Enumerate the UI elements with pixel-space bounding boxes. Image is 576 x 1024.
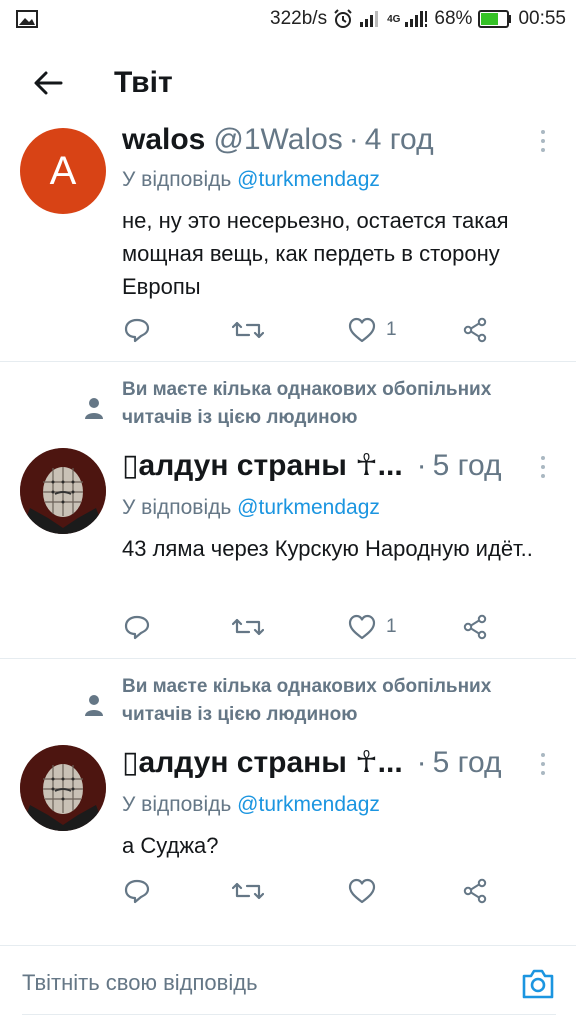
reply-icon bbox=[124, 615, 150, 640]
more-options-icon[interactable] bbox=[538, 456, 548, 478]
tweet-text: а Суджа? bbox=[122, 833, 219, 858]
share-button[interactable] bbox=[462, 871, 488, 911]
display-name[interactable]: ▯алдун страны ☥... bbox=[122, 448, 403, 483]
social-context bbox=[84, 392, 104, 420]
share-button[interactable] bbox=[462, 310, 488, 350]
like-button[interactable] bbox=[348, 871, 386, 911]
signal-icon bbox=[405, 11, 428, 27]
avatar[interactable] bbox=[20, 745, 106, 831]
tweet[interactable]: A walos @1Walos · 4 год У відповідь @tur… bbox=[0, 123, 576, 361]
share-icon bbox=[463, 614, 487, 640]
timestamp: 5 год bbox=[432, 746, 502, 779]
timestamp: 4 год bbox=[364, 123, 434, 156]
avatar-image bbox=[20, 448, 106, 534]
person-icon bbox=[85, 695, 103, 716]
app-header: Твіт bbox=[0, 38, 576, 128]
signal-icon bbox=[360, 11, 379, 27]
avatar[interactable]: A bbox=[20, 128, 106, 214]
tweet-actions: 1 bbox=[122, 607, 502, 647]
tweet-actions bbox=[122, 871, 502, 911]
status-bar: 322b/s 4G 68% 00:55 bbox=[0, 0, 576, 38]
reply-mention-link[interactable]: @turkmendagz bbox=[237, 168, 380, 191]
avatar[interactable] bbox=[20, 448, 106, 534]
separator: · bbox=[348, 123, 359, 156]
reply-button[interactable] bbox=[124, 871, 150, 911]
retweet-icon bbox=[232, 882, 264, 900]
tweet-text: 43 ляма через Курскую Народную идёт.. bbox=[122, 536, 533, 561]
tweet-header: walos @1Walos · 4 год bbox=[122, 123, 556, 157]
reply-prefix: У відповідь bbox=[122, 168, 232, 191]
alarm-icon bbox=[334, 9, 352, 28]
network-type: 4G bbox=[387, 13, 401, 25]
reply-button[interactable] bbox=[124, 607, 150, 647]
like-count: 1 bbox=[386, 319, 397, 340]
tweet-header: ▯алдун страны ☥... · 5 год bbox=[122, 448, 556, 483]
clock: 00:55 bbox=[518, 8, 566, 29]
share-icon bbox=[463, 317, 487, 343]
reply-prefix: У відповідь bbox=[122, 793, 232, 816]
retweet-icon bbox=[232, 321, 264, 339]
like-button[interactable]: 1 bbox=[348, 310, 397, 350]
tweet[interactable]: Ви маєте кілька однакових обопільних чит… bbox=[0, 362, 576, 658]
tweet-text: не, ну это несерьезно, остается такая мо… bbox=[122, 208, 509, 299]
camera-icon bbox=[522, 969, 554, 999]
avatar-image bbox=[20, 745, 106, 831]
reply-to: У відповідь @turkmendagz bbox=[122, 496, 380, 520]
social-context-text: Ви маєте кілька однакових обопільних чит… bbox=[122, 676, 492, 725]
person-icon bbox=[85, 398, 103, 419]
display-name[interactable]: walos bbox=[122, 123, 205, 157]
social-context bbox=[84, 689, 104, 717]
camera-button[interactable] bbox=[520, 966, 556, 1002]
image-icon bbox=[16, 10, 38, 28]
display-name[interactable]: ▯алдун страны ☥... bbox=[122, 745, 403, 780]
reply-input[interactable]: Твітніть свою відповідь bbox=[22, 970, 258, 996]
battery-percent: 68% bbox=[434, 8, 473, 29]
user-handle[interactable]: @1Walos bbox=[213, 123, 342, 157]
page-title: Твіт bbox=[114, 66, 173, 99]
reply-mention-link[interactable]: @turkmendagz bbox=[237, 496, 380, 519]
reply-icon bbox=[124, 879, 150, 904]
separator: · bbox=[416, 449, 427, 482]
separator: · bbox=[416, 746, 427, 779]
retweet-button[interactable] bbox=[232, 607, 264, 647]
retweet-button[interactable] bbox=[232, 871, 264, 911]
share-button[interactable] bbox=[462, 607, 488, 647]
social-context-text: Ви маєте кілька однакових обопільних чит… bbox=[122, 379, 492, 428]
share-icon bbox=[463, 878, 487, 904]
heart-icon bbox=[348, 317, 376, 343]
net-speed: 322b/s bbox=[270, 8, 328, 29]
reply-to: У відповідь @turkmendagz bbox=[122, 168, 380, 192]
timestamp: 5 год bbox=[432, 449, 502, 482]
reply-prefix: У відповідь bbox=[122, 496, 232, 519]
reply-icon bbox=[124, 318, 150, 343]
heart-icon bbox=[348, 878, 376, 904]
reply-button[interactable] bbox=[124, 310, 150, 350]
retweet-icon bbox=[232, 618, 264, 636]
like-button[interactable]: 1 bbox=[348, 607, 397, 647]
tweet-actions: 1 bbox=[122, 310, 502, 350]
retweet-button[interactable] bbox=[232, 310, 264, 350]
reply-compose-bar: Твітніть свою відповідь bbox=[0, 945, 576, 1024]
arrow-left-icon bbox=[34, 71, 63, 95]
input-underline bbox=[22, 1014, 556, 1015]
back-button[interactable] bbox=[0, 38, 96, 128]
battery-icon bbox=[478, 10, 512, 28]
more-options-icon[interactable] bbox=[538, 130, 548, 152]
avatar-letter: A bbox=[49, 148, 77, 193]
reply-mention-link[interactable]: @turkmendagz bbox=[237, 793, 380, 816]
tweet-header: ▯алдун страны ☥... · 5 год bbox=[122, 745, 556, 780]
like-count: 1 bbox=[386, 616, 397, 637]
reply-to: У відповідь @turkmendagz bbox=[122, 793, 380, 817]
tweet[interactable]: Ви маєте кілька однакових обопільних чит… bbox=[0, 659, 576, 944]
heart-icon bbox=[348, 614, 376, 640]
more-options-icon[interactable] bbox=[538, 753, 548, 775]
